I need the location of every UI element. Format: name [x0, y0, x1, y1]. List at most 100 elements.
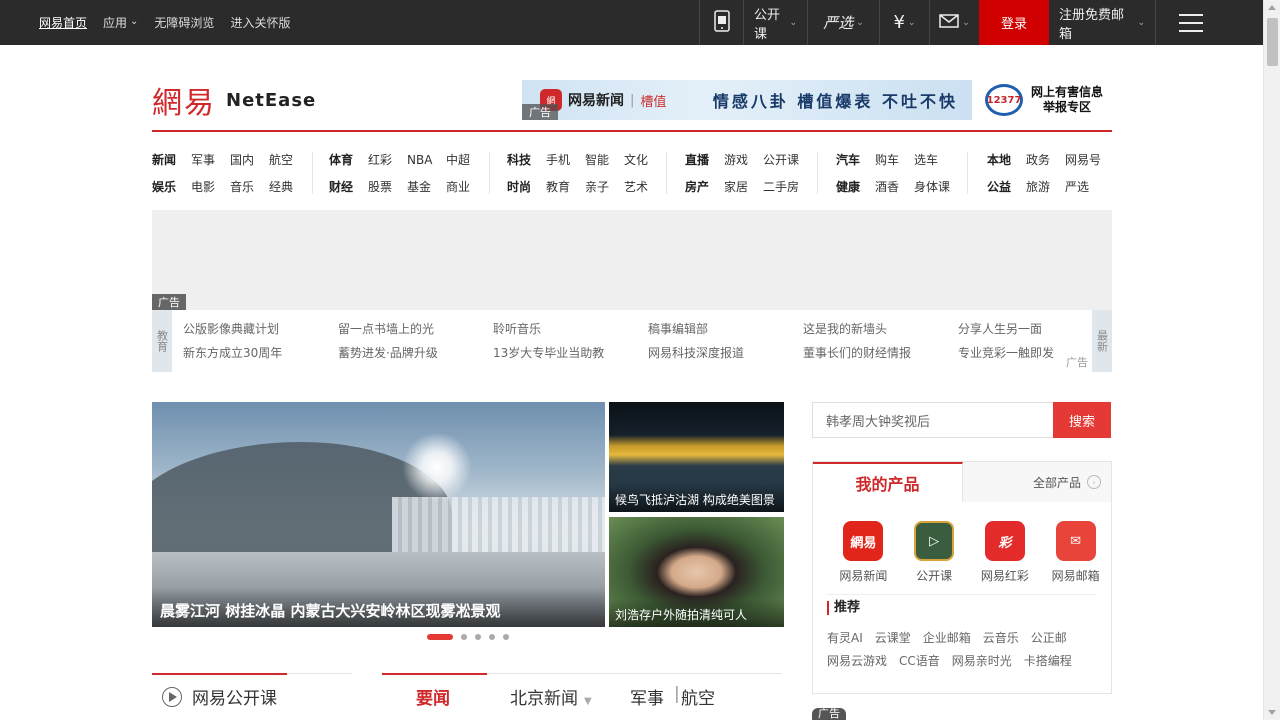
- header-banner-ad[interactable]: 網 网易新闻 | 槽值 情感八卦 槽值爆表 不吐不快 广告: [522, 80, 972, 120]
- lottery-menu[interactable]: ¥ ⌄: [879, 0, 929, 45]
- recommend-link[interactable]: 网易云游戏: [827, 650, 887, 673]
- strip-link[interactable]: 聆听音乐: [493, 319, 648, 343]
- nav-link[interactable]: 基金: [407, 178, 446, 195]
- strip-link[interactable]: 董事长们的财经情报: [803, 343, 958, 367]
- nav-link[interactable]: 酒香: [875, 178, 914, 195]
- search-input[interactable]: 韩孝周大钟奖视后: [812, 402, 1053, 438]
- nav-link[interactable]: 国内: [230, 151, 269, 168]
- nav-link[interactable]: 公开课: [763, 151, 802, 168]
- nav-link[interactable]: 游戏: [724, 151, 763, 168]
- register-mail-menu[interactable]: 注册免费邮箱 ⌄: [1049, 0, 1155, 45]
- strip-link[interactable]: 13岁大专毕业当助教: [493, 343, 648, 367]
- carousel-dot[interactable]: [475, 634, 481, 640]
- apps-menu[interactable]: 应用: [103, 14, 138, 31]
- accessible-link[interactable]: 无障碍浏览: [154, 14, 214, 31]
- strip-link[interactable]: 公版影像典藏计划: [183, 319, 338, 343]
- recommend-link[interactable]: CC语音: [899, 650, 940, 673]
- tab-my-products[interactable]: 我的产品: [813, 462, 963, 502]
- mail-menu[interactable]: ⌄: [929, 0, 979, 45]
- nav-link[interactable]: 智能: [585, 151, 624, 168]
- recommend-link[interactable]: 网易亲时光: [952, 650, 1012, 673]
- focus-hero-image[interactable]: 晨雾江河 树挂冰晶 内蒙古大兴安岭林区现雾凇景观: [152, 402, 605, 627]
- hero-caption[interactable]: 晨雾江河 树挂冰晶 内蒙古大兴安岭林区现雾凇景观: [152, 587, 605, 627]
- tab-headlines[interactable]: 要闻: [416, 684, 450, 709]
- nav-link[interactable]: 直播: [685, 151, 724, 168]
- scrollbar-thumb[interactable]: [1267, 18, 1278, 66]
- app-netease-news[interactable]: 網易 网易新闻: [828, 521, 899, 584]
- nav-link[interactable]: 身体课: [914, 178, 953, 195]
- strip-link[interactable]: 专业竞彩一触即发: [958, 343, 1113, 367]
- mobile-app-button[interactable]: [699, 0, 743, 45]
- vertical-scrollbar[interactable]: [1263, 0, 1280, 720]
- carousel-dot[interactable]: [427, 634, 453, 640]
- nav-link[interactable]: 教育: [546, 178, 585, 195]
- netease-logo[interactable]: 網易 NetEase: [152, 78, 316, 122]
- strip-link[interactable]: 网易科技深度报道: [648, 343, 803, 367]
- nav-link[interactable]: 艺术: [624, 178, 663, 195]
- nav-link[interactable]: 公益: [987, 178, 1026, 195]
- hamburger-menu-button[interactable]: [1155, 0, 1225, 45]
- nav-link[interactable]: 体育: [329, 151, 368, 168]
- yanxuan-menu[interactable]: 严选 ⌄: [807, 0, 879, 45]
- nav-link[interactable]: NBA: [407, 153, 446, 167]
- focus-thumb-2[interactable]: 刘浩存户外随拍清纯可人: [609, 517, 784, 627]
- recommend-link[interactable]: 云课堂: [875, 627, 911, 650]
- thumb-caption[interactable]: 刘浩存户外随拍清纯可人: [609, 599, 784, 627]
- care-mode-link[interactable]: 进入关怀版: [230, 14, 290, 31]
- nav-link[interactable]: 电影: [191, 178, 230, 195]
- strip-link[interactable]: 蓄势进发·品牌升级: [338, 343, 493, 367]
- strip-link[interactable]: 稿事编辑部: [648, 319, 803, 343]
- nav-link[interactable]: 商业: [446, 178, 485, 195]
- strip-link[interactable]: 新东方成立30周年: [183, 343, 338, 367]
- home-link[interactable]: 网易首页: [39, 14, 87, 31]
- app-open-course[interactable]: ▷ 公开课: [899, 521, 970, 584]
- carousel-dot[interactable]: [489, 634, 495, 640]
- banner-ad[interactable]: 广告: [152, 210, 1112, 310]
- nav-link[interactable]: 经典: [269, 178, 308, 195]
- nav-link[interactable]: 家居: [724, 178, 763, 195]
- tab-beijing-news[interactable]: 北京新闻 ▼: [510, 684, 592, 709]
- strip-link[interactable]: 留一点书墙上的光: [338, 319, 493, 343]
- nav-link[interactable]: 时尚: [507, 178, 546, 195]
- open-course-menu[interactable]: 公开课 ⌄: [743, 0, 807, 45]
- nav-link[interactable]: 健康: [836, 178, 875, 195]
- nav-link[interactable]: 手机: [546, 151, 585, 168]
- scroll-up-arrow[interactable]: [1268, 5, 1276, 10]
- nav-link[interactable]: 财经: [329, 178, 368, 195]
- tab-all-products[interactable]: 全部产品 ›: [963, 462, 1111, 502]
- nav-link[interactable]: 股票: [368, 178, 407, 195]
- nav-link[interactable]: 选车: [914, 151, 953, 168]
- nav-link[interactable]: 网易号: [1065, 151, 1104, 168]
- nav-link[interactable]: 购车: [875, 151, 914, 168]
- nav-link[interactable]: 政务: [1026, 151, 1065, 168]
- recommend-link[interactable]: 云音乐: [983, 627, 1019, 650]
- recommend-link[interactable]: 公正邮: [1031, 627, 1067, 650]
- scroll-down-arrow[interactable]: [1268, 710, 1276, 715]
- tab-aviation[interactable]: 航空: [681, 684, 715, 709]
- nav-link[interactable]: 严选: [1065, 178, 1104, 195]
- nav-link[interactable]: 二手房: [763, 178, 802, 195]
- recommend-link[interactable]: 有灵AI: [827, 627, 863, 650]
- recommend-link[interactable]: 卡搭编程: [1024, 650, 1072, 673]
- carousel-dot[interactable]: [461, 634, 467, 640]
- nav-link[interactable]: 娱乐: [152, 178, 191, 195]
- nav-link[interactable]: 军事: [191, 151, 230, 168]
- nav-link[interactable]: 房产: [685, 178, 724, 195]
- nav-link[interactable]: 汽车: [836, 151, 875, 168]
- app-mail[interactable]: ✉ 网易邮箱: [1040, 521, 1111, 584]
- nav-link[interactable]: 音乐: [230, 178, 269, 195]
- open-course-title[interactable]: 网易公开课: [162, 684, 277, 709]
- nav-link[interactable]: 本地: [987, 151, 1026, 168]
- nav-link[interactable]: 亲子: [585, 178, 624, 195]
- strip-left-label[interactable]: 教育: [152, 310, 172, 372]
- nav-link[interactable]: 新闻: [152, 151, 191, 168]
- search-button[interactable]: 搜索: [1053, 402, 1111, 438]
- tab-military[interactable]: 军事: [630, 684, 664, 709]
- nav-link[interactable]: 文化: [624, 151, 663, 168]
- strip-right-label[interactable]: 最新: [1092, 310, 1112, 372]
- recommend-link[interactable]: 企业邮箱: [923, 627, 971, 650]
- thumb-caption[interactable]: 候鸟飞抵泸沽湖 构成绝美图景: [609, 484, 784, 512]
- nav-link[interactable]: 航空: [269, 151, 308, 168]
- app-lottery[interactable]: 彩 网易红彩: [970, 521, 1041, 584]
- login-button[interactable]: 登录: [979, 0, 1049, 45]
